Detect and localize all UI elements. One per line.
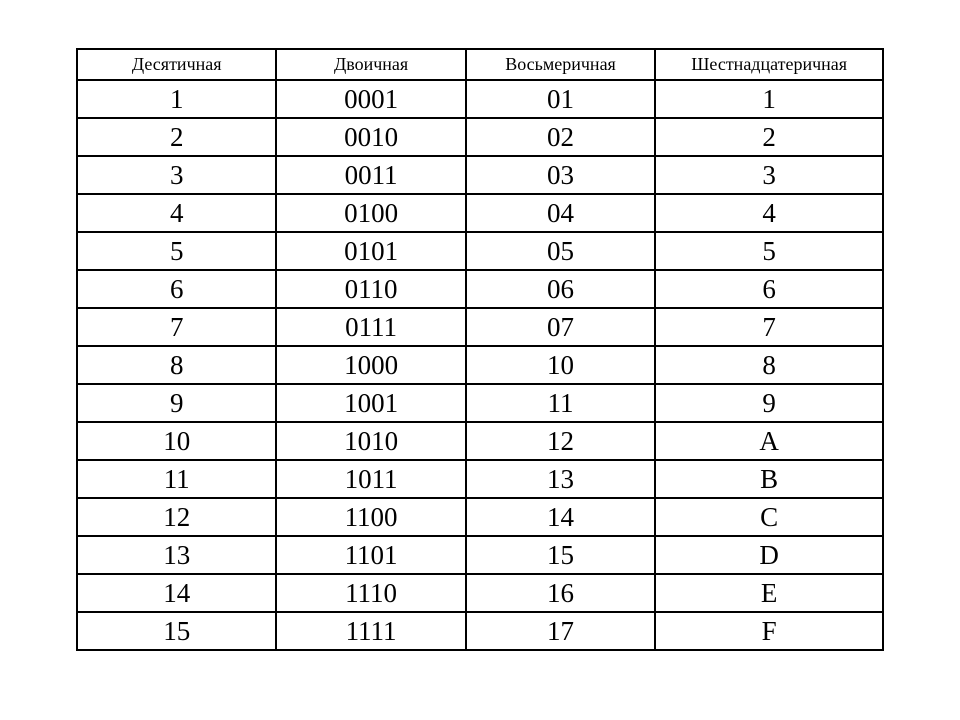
table-row: 8 1000 10 8 xyxy=(77,346,883,384)
table-row: 11 1011 13 B xyxy=(77,460,883,498)
cell-hex: 1 xyxy=(655,80,883,118)
cell-decimal: 4 xyxy=(77,194,276,232)
cell-decimal: 13 xyxy=(77,536,276,574)
cell-binary: 1110 xyxy=(276,574,465,612)
cell-hex: D xyxy=(655,536,883,574)
cell-binary: 1000 xyxy=(276,346,465,384)
cell-decimal: 9 xyxy=(77,384,276,422)
header-octal: Восьмеричная xyxy=(466,49,656,80)
cell-binary: 1101 xyxy=(276,536,465,574)
cell-binary: 0110 xyxy=(276,270,465,308)
cell-octal: 13 xyxy=(466,460,656,498)
cell-octal: 17 xyxy=(466,612,656,650)
cell-octal: 11 xyxy=(466,384,656,422)
cell-octal: 04 xyxy=(466,194,656,232)
table-row: 9 1001 11 9 xyxy=(77,384,883,422)
cell-hex: 6 xyxy=(655,270,883,308)
table-row: 3 0011 03 3 xyxy=(77,156,883,194)
cell-binary: 0101 xyxy=(276,232,465,270)
cell-hex: 8 xyxy=(655,346,883,384)
cell-hex: E xyxy=(655,574,883,612)
table-row: 14 1110 16 E xyxy=(77,574,883,612)
header-decimal: Десятичная xyxy=(77,49,276,80)
table-row: 12 1100 14 C xyxy=(77,498,883,536)
cell-hex: 4 xyxy=(655,194,883,232)
cell-decimal: 12 xyxy=(77,498,276,536)
cell-decimal: 6 xyxy=(77,270,276,308)
cell-binary: 0010 xyxy=(276,118,465,156)
cell-decimal: 5 xyxy=(77,232,276,270)
cell-hex: 5 xyxy=(655,232,883,270)
cell-octal: 12 xyxy=(466,422,656,460)
cell-decimal: 11 xyxy=(77,460,276,498)
cell-hex: C xyxy=(655,498,883,536)
cell-octal: 01 xyxy=(466,80,656,118)
cell-hex: 7 xyxy=(655,308,883,346)
cell-decimal: 14 xyxy=(77,574,276,612)
cell-octal: 05 xyxy=(466,232,656,270)
table-row: 6 0110 06 6 xyxy=(77,270,883,308)
table-row: 4 0100 04 4 xyxy=(77,194,883,232)
cell-binary: 1001 xyxy=(276,384,465,422)
cell-octal: 02 xyxy=(466,118,656,156)
cell-binary: 0111 xyxy=(276,308,465,346)
header-hexadecimal: Шестнадцатеричная xyxy=(655,49,883,80)
cell-decimal: 2 xyxy=(77,118,276,156)
cell-binary: 1100 xyxy=(276,498,465,536)
cell-octal: 15 xyxy=(466,536,656,574)
table-row: 15 1111 17 F xyxy=(77,612,883,650)
cell-hex: B xyxy=(655,460,883,498)
cell-octal: 06 xyxy=(466,270,656,308)
cell-binary: 1111 xyxy=(276,612,465,650)
header-binary: Двоичная xyxy=(276,49,465,80)
number-systems-table: Десятичная Двоичная Восьмеричная Шестнад… xyxy=(76,48,884,651)
cell-hex: A xyxy=(655,422,883,460)
table-row: 2 0010 02 2 xyxy=(77,118,883,156)
cell-hex: 9 xyxy=(655,384,883,422)
cell-decimal: 7 xyxy=(77,308,276,346)
cell-binary: 1011 xyxy=(276,460,465,498)
cell-decimal: 1 xyxy=(77,80,276,118)
cell-octal: 03 xyxy=(466,156,656,194)
cell-octal: 14 xyxy=(466,498,656,536)
cell-octal: 07 xyxy=(466,308,656,346)
table-row: 1 0001 01 1 xyxy=(77,80,883,118)
cell-binary: 0001 xyxy=(276,80,465,118)
cell-decimal: 8 xyxy=(77,346,276,384)
table-row: 5 0101 05 5 xyxy=(77,232,883,270)
cell-decimal: 10 xyxy=(77,422,276,460)
cell-decimal: 3 xyxy=(77,156,276,194)
table-row: 7 0111 07 7 xyxy=(77,308,883,346)
cell-binary: 0100 xyxy=(276,194,465,232)
cell-binary: 0011 xyxy=(276,156,465,194)
cell-hex: 3 xyxy=(655,156,883,194)
table-row: 10 1010 12 A xyxy=(77,422,883,460)
table-row: 13 1101 15 D xyxy=(77,536,883,574)
header-row: Десятичная Двоичная Восьмеричная Шестнад… xyxy=(77,49,883,80)
cell-hex: F xyxy=(655,612,883,650)
cell-octal: 10 xyxy=(466,346,656,384)
cell-hex: 2 xyxy=(655,118,883,156)
cell-binary: 1010 xyxy=(276,422,465,460)
cell-octal: 16 xyxy=(466,574,656,612)
cell-decimal: 15 xyxy=(77,612,276,650)
